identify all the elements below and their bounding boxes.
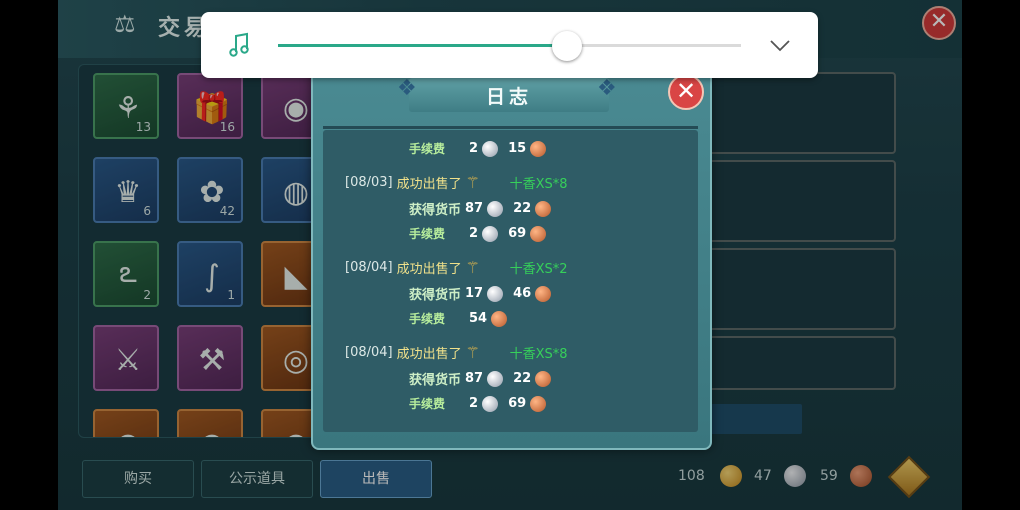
earn-gold-amount: 87: [465, 371, 484, 386]
copper-coin-icon: [530, 395, 547, 412]
log-item-name: 十香XS*8: [509, 347, 568, 362]
log-sold-text: 成功出售了: [396, 262, 462, 277]
log-line: [08/04] 成功出售了 ⚚ 十香XS*2: [345, 258, 568, 277]
log-line: 手续费 2 69: [409, 395, 547, 412]
fee-copper-amount: 69: [508, 226, 527, 241]
log-close-button[interactable]: ✕: [668, 74, 704, 110]
log-fee-label: 手续费: [409, 142, 446, 156]
close-icon: ✕: [675, 77, 697, 105]
earn-gold-amount: 87: [465, 201, 484, 216]
wand-icon: ⚚: [465, 172, 480, 192]
log-fee-label: 手续费: [409, 397, 446, 411]
log-earn-label: 获得货币: [409, 288, 462, 303]
log-line: [08/03] 成功出售了 ⚚ 十香XS*8: [345, 173, 568, 192]
log-earn-label: 获得货币: [409, 203, 462, 218]
ornament-left-icon: ❖: [397, 76, 417, 101]
log-sold-text: 成功出售了: [396, 347, 462, 362]
fee-silver-amount: 2: [469, 226, 479, 241]
silver-coin-icon: [487, 285, 504, 302]
log-line: 获得货币 17 46: [409, 284, 552, 303]
volume-track[interactable]: [278, 44, 741, 47]
log-title-banner: 日志: [409, 78, 609, 112]
log-dialog: 日志 ❖ ❖ ✕ 手续费 2 15 [08/03] 成功出售了 ⚚ 十香XS*8 获得货币 87…: [311, 68, 712, 450]
log-title: 日志: [485, 86, 532, 108]
log-date: [08/04]: [345, 260, 393, 275]
wand-icon: ⚚: [465, 342, 480, 362]
log-fee-label: 手续费: [409, 227, 446, 241]
silver-coin-icon: [482, 140, 499, 157]
log-line: 获得货币 87 22: [409, 199, 552, 218]
fee-silver-amount: 2: [469, 141, 479, 156]
log-line: 获得货币 87 22: [409, 369, 552, 388]
ornament-right-icon: ❖: [597, 76, 617, 101]
log-earn-label: 获得货币: [409, 373, 462, 388]
wand-icon: ⚚: [465, 257, 480, 277]
silver-coin-icon: [482, 395, 499, 412]
copper-coin-icon: [491, 310, 508, 327]
fee-silver-amount: 2: [469, 396, 479, 411]
earn-silver-amount: 22: [513, 201, 532, 216]
fee-copper-amount: 15: [508, 141, 527, 156]
log-item-name: 十香XS*2: [509, 262, 568, 277]
volume-slider-thumb[interactable]: [552, 31, 583, 61]
log-sold-text: 成功出售了: [396, 177, 462, 192]
log-fee-label: 手续费: [409, 312, 446, 326]
copper-coin-icon: [535, 200, 552, 217]
copper-coin-icon: [535, 285, 552, 302]
divider: [323, 126, 698, 129]
log-line: 手续费 2 69: [409, 225, 547, 242]
fee-copper-amount: 69: [508, 396, 527, 411]
log-item-name: 十香XS*8: [509, 177, 568, 192]
earn-silver-amount: 46: [513, 286, 532, 301]
copper-coin-icon: [530, 140, 547, 157]
volume-popup: [201, 12, 818, 78]
silver-coin-icon: [482, 225, 499, 242]
log-line: [08/04] 成功出售了 ⚚ 十香XS*8: [345, 343, 568, 362]
chevron-down-icon[interactable]: [767, 32, 793, 58]
log-date: [08/04]: [345, 345, 393, 360]
silver-coin-icon: [487, 200, 504, 217]
fee-copper-amount: 54: [469, 311, 488, 326]
log-line: 手续费 2 15: [409, 140, 547, 157]
music-note-icon: [229, 32, 249, 57]
earn-gold-amount: 17: [465, 286, 484, 301]
copper-coin-icon: [530, 225, 547, 242]
earn-silver-amount: 22: [513, 371, 532, 386]
log-line: 手续费 54: [409, 310, 508, 327]
silver-coin-icon: [487, 370, 504, 387]
copper-coin-icon: [535, 370, 552, 387]
log-list[interactable]: 手续费 2 15 [08/03] 成功出售了 ⚚ 十香XS*8 获得货币 87 22 手续费 2 69[…: [323, 130, 698, 432]
volume-fill: [278, 44, 568, 47]
log-date: [08/03]: [345, 175, 393, 190]
